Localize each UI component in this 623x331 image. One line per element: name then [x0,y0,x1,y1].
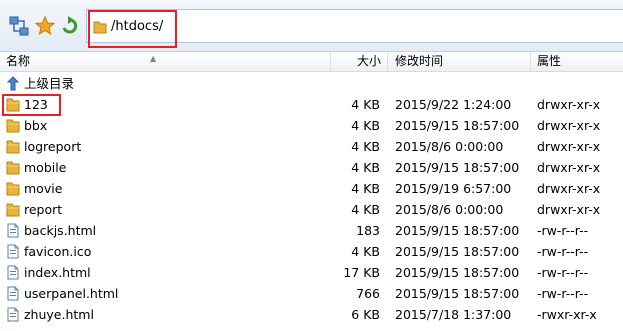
file-modified: 2015/9/15 18:57:00 [395,160,520,175]
folder-icon [6,139,20,154]
file-modified: 2015/9/15 18:57:00 [395,244,520,259]
file-modified: 2015/8/6 0:00:00 [395,139,504,154]
document-icon [6,307,20,322]
connection-icon[interactable] [8,15,30,37]
folder-icon [6,97,20,112]
folder-icon [6,118,20,133]
up-arrow-icon [6,76,20,91]
file-size: 4 KB [351,118,380,133]
path-bar[interactable]: /htdocs/ [86,9,623,43]
file-name: userpanel.html [24,286,119,301]
file-size: 4 KB [351,139,380,154]
folder-row[interactable]: report 4 KB 2015/8/6 0:00:00 drwxr-xr-x [0,199,623,220]
file-modified: 2015/9/19 6:57:00 [395,181,512,196]
column-size-label: 大小 [356,54,381,68]
column-modified-label: 修改时间 [395,54,444,68]
file-size: 17 KB [343,265,380,280]
file-attrs: -rw-r--r-- [537,223,589,238]
file-attrs: -rw-r--r-- [537,286,589,301]
file-modified: 2015/9/15 18:57:00 [395,118,520,133]
file-name: logreport [24,139,82,154]
file-row[interactable]: zhuye.html 6 KB 2015/7/18 1:37:00 -rwxr-xr-… [0,304,623,325]
folder-icon [6,160,20,175]
folder-icon [6,202,20,217]
column-size[interactable]: 大小 [330,52,388,71]
document-icon [6,244,20,259]
file-size: 4 KB [351,181,380,196]
folder-row[interactable]: mobile 4 KB 2015/9/15 18:57:00 drwxr-xr-x [0,157,623,178]
file-attrs: drwxr-xr-x [537,118,601,133]
file-modified: 2015/8/6 0:00:00 [395,202,504,217]
file-name: 123 [24,97,48,112]
file-attrs: -rw-r--r-- [537,244,589,259]
file-size: 4 KB [351,244,380,259]
file-size: 6 KB [351,307,380,322]
parent-dir-label: 上级目录 [24,76,75,91]
folder-row[interactable]: 123 4 KB 2015/9/22 1:24:00 drwxr-xr-x [0,94,623,115]
favorite-star-icon[interactable] [34,15,56,37]
file-name: favicon.ico [24,244,92,259]
file-name: index.html [24,265,91,280]
file-attrs: -rw-r--r-- [537,265,589,280]
file-attrs: drwxr-xr-x [537,139,601,154]
folder-row[interactable]: movie 4 KB 2015/9/19 6:57:00 drwxr-xr-x [0,178,623,199]
file-modified: 2015/9/22 1:24:00 [395,97,512,112]
file-name: mobile [24,160,67,175]
file-attrs: -rwxr-xr-x [537,307,597,322]
column-modified[interactable]: 修改时间 [389,52,531,71]
file-modified: 2015/9/15 18:57:00 [395,286,520,301]
file-modified: 2015/9/15 18:57:00 [395,265,520,280]
file-size: 766 [356,286,380,301]
file-size: 183 [356,223,380,238]
file-size: 4 KB [351,97,380,112]
file-attrs: drwxr-xr-x [537,97,601,112]
file-attrs: drwxr-xr-x [537,160,601,175]
parent-dir-row[interactable]: 上级目录 [0,73,623,94]
document-icon [6,286,20,301]
file-name: bbx [24,118,48,133]
file-row[interactable]: favicon.ico 4 KB 2015/9/15 18:57:00 -rw-r--… [0,241,623,262]
column-attrs-label: 属性 [537,54,562,68]
file-name: movie [24,181,63,196]
file-name: report [24,202,63,217]
file-size: 4 KB [351,202,380,217]
file-row[interactable]: index.html 17 KB 2015/9/15 18:57:00 -rw-r--… [0,262,623,283]
file-size: 4 KB [351,160,380,175]
column-attrs[interactable]: 属性 [531,52,623,71]
file-row[interactable]: backjs.html 183 2015/9/15 18:57:00 -rw-r--r… [0,220,623,241]
document-icon [6,223,20,238]
file-modified: 2015/7/18 1:37:00 [395,307,512,322]
file-name: backjs.html [24,223,97,238]
document-icon [6,265,20,280]
path-text[interactable]: /htdocs/ [111,19,163,34]
column-header: 名称 ▲ 大小 修改时间 属性 [0,52,623,72]
refresh-arrow-icon[interactable] [59,15,81,37]
file-attrs: drwxr-xr-x [537,181,601,196]
folder-icon [6,181,20,196]
file-name: zhuye.html [24,307,94,322]
folder-row[interactable]: bbx 4 KB 2015/9/15 18:57:00 drwxr-xr-x [0,115,623,136]
folder-icon [93,20,107,37]
file-modified: 2015/9/15 18:57:00 [395,223,520,238]
file-row[interactable]: userpanel.html 766 2015/9/15 18:57:00 -rw-r… [0,283,623,304]
folder-row[interactable]: logreport 4 KB 2015/8/6 0:00:00 drwxr-xr-x [0,136,623,157]
toolbar: /htdocs/ [0,0,623,52]
file-attrs: drwxr-xr-x [537,202,601,217]
sort-ascending-icon: ▲ [150,54,157,63]
column-name-label: 名称 [6,54,31,68]
